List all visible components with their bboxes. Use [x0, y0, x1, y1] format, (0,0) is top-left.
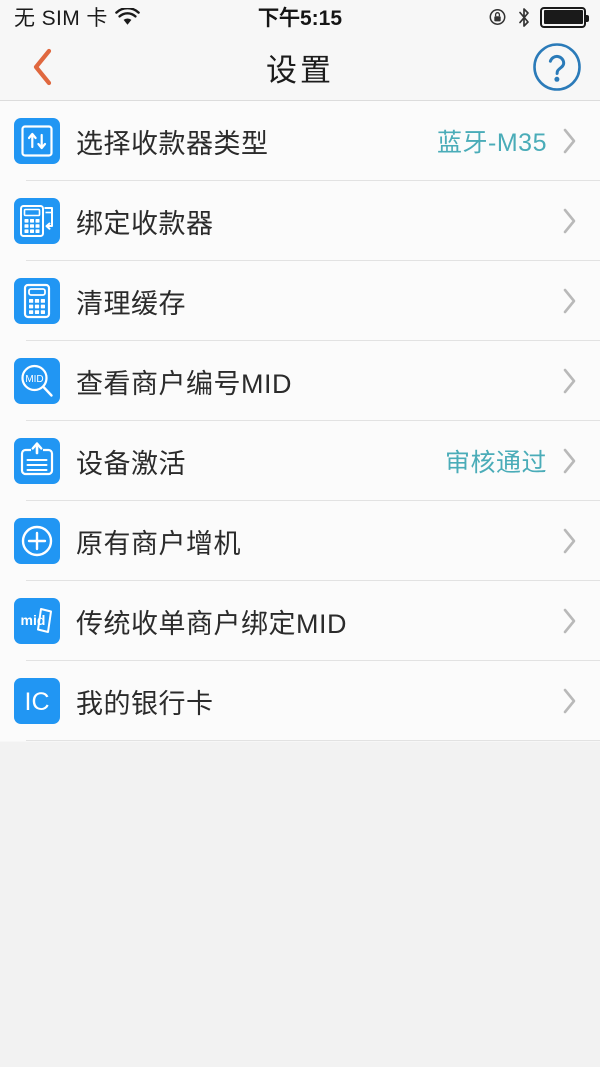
- list-item[interactable]: mid 传统收单商户绑定MID: [0, 581, 600, 661]
- status-bar: 无 SIM 卡 下午5:15: [0, 0, 600, 34]
- svg-text:MID: MID: [25, 374, 43, 385]
- mid-card-icon: mid: [14, 598, 60, 644]
- rotation-lock-icon: [489, 9, 506, 25]
- svg-text:IC: IC: [25, 688, 50, 716]
- chevron-right-icon: [561, 366, 578, 396]
- chevron-right-icon: [561, 526, 578, 556]
- chevron-right-icon: [561, 126, 578, 156]
- back-button[interactable]: [0, 34, 86, 100]
- list-item-label: 设备激活: [76, 448, 186, 479]
- chevron-right-icon: [561, 286, 578, 316]
- pos-terminal-icon: [14, 198, 60, 244]
- document-upload-icon: [14, 438, 60, 484]
- list-item-label: 绑定收款器: [76, 208, 214, 239]
- list-item[interactable]: 选择收款器类型 蓝牙-M35: [0, 101, 600, 181]
- list-item-value: 审核通过: [444, 449, 547, 477]
- page-title: 设置: [266, 52, 334, 88]
- bluetooth-icon: [519, 7, 529, 27]
- list-item-label: 清理缓存: [76, 288, 186, 319]
- list-item-value: 蓝牙-M35: [437, 129, 547, 157]
- svg-text:mid: mid: [21, 612, 46, 628]
- calculator-icon: [14, 278, 60, 324]
- wifi-icon: [115, 7, 140, 25]
- carrier-label: 无 SIM 卡: [14, 7, 108, 30]
- status-bar-right: [488, 6, 589, 28]
- mid-magnifier-icon: MID: [14, 358, 60, 404]
- help-button[interactable]: [514, 34, 600, 100]
- list-item-label: 传统收单商户绑定MID: [76, 608, 347, 639]
- chevron-left-icon: [33, 48, 52, 86]
- list-item[interactable]: MID 查看商户编号MID: [0, 341, 600, 421]
- settings-list: 选择收款器类型 蓝牙-M35 绑定收款器 清理缓存 MID 查看商户编号MID …: [0, 101, 600, 741]
- chevron-right-icon: [561, 606, 578, 636]
- question-circle-icon: [533, 43, 581, 91]
- list-item[interactable]: 原有商户增机: [0, 501, 600, 581]
- list-item[interactable]: 绑定收款器: [0, 181, 600, 261]
- updown-arrows-icon: [14, 118, 60, 164]
- chevron-right-icon: [561, 206, 578, 236]
- list-item-label: 查看商户编号MID: [76, 368, 292, 399]
- ic-card-icon: IC: [14, 678, 60, 724]
- battery-icon: [540, 6, 589, 28]
- list-item[interactable]: 设备激活 审核通过: [0, 421, 600, 501]
- list-item-label: 我的银行卡: [76, 688, 214, 719]
- list-item[interactable]: IC 我的银行卡: [0, 661, 600, 741]
- list-item-label: 选择收款器类型: [76, 128, 269, 159]
- navigation-bar: 设置: [0, 34, 600, 101]
- list-item[interactable]: 清理缓存: [0, 261, 600, 341]
- plus-circle-icon: [14, 518, 60, 564]
- chevron-right-icon: [561, 686, 578, 716]
- empty-area: [0, 742, 600, 1067]
- list-item-label: 原有商户增机: [76, 528, 241, 559]
- chevron-right-icon: [561, 446, 578, 476]
- status-bar-left: 无 SIM 卡: [14, 2, 140, 32]
